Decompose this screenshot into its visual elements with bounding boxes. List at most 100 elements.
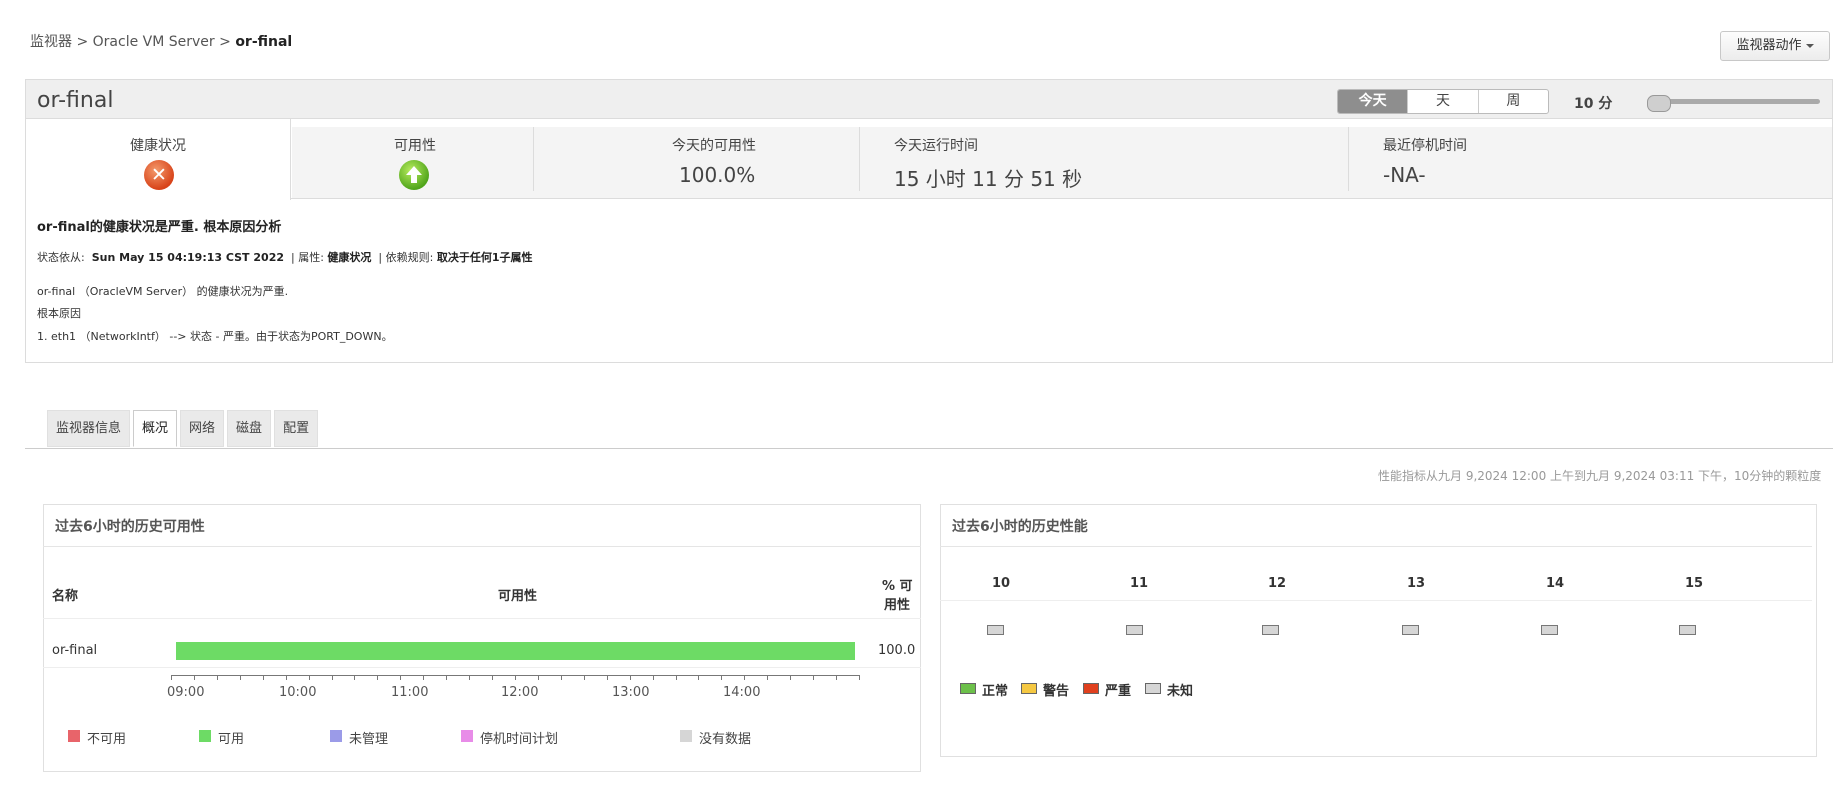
time-tick-label: 10:00 [279, 685, 317, 700]
time-axis-tick [607, 675, 608, 680]
time-axis-tick [446, 675, 447, 680]
time-axis-tick [263, 675, 264, 680]
row-divider [43, 667, 921, 668]
up-arrow-icon[interactable] [399, 160, 429, 190]
attribute-label: 属性: [298, 251, 324, 264]
column-percent-header-line1: % 可 [882, 579, 913, 594]
performance-panel-title: 过去6小时的历史性能 [952, 519, 1088, 535]
legend-unmanaged-label: 未管理 [349, 732, 389, 747]
breadcrumb-current: or-final [235, 34, 293, 50]
time-tick-label: 09:00 [167, 685, 205, 700]
monitor-title: or-final [37, 88, 114, 113]
uptime-label: 今天运行时间 [894, 138, 978, 154]
period-selector: 今天 天 周 [1337, 89, 1549, 114]
monitor-actions-label: 监视器动作 [1736, 38, 1802, 53]
period-week-tab[interactable]: 周 [1479, 90, 1548, 113]
monitor-actions-button[interactable]: 监视器动作 [1720, 31, 1830, 61]
status-since-line: 状态依从: Sun May 15 04:19:13 CST 2022 | 属性:… [37, 251, 533, 264]
perf-status-cell[interactable] [987, 625, 1004, 635]
legend-unknown-swatch [1145, 683, 1161, 694]
attribute-value: 健康状况 [327, 251, 372, 264]
time-tick-label: 11:00 [391, 685, 429, 700]
hour-label: 13 [1407, 576, 1426, 591]
divider [859, 127, 860, 191]
period-today-tab[interactable]: 今天 [1338, 90, 1409, 113]
period-day-tab[interactable]: 天 [1408, 90, 1479, 113]
tab-disk[interactable]: 磁盘 [227, 410, 272, 447]
legend-scheduled-downtime-swatch [461, 730, 473, 742]
perf-status-cell[interactable] [1541, 625, 1558, 635]
time-axis-tick [630, 675, 631, 680]
time-axis-tick [309, 675, 310, 680]
time-axis-tick [469, 675, 470, 680]
time-axis-tick [859, 675, 860, 680]
legend-no-data-label: 没有数据 [699, 732, 752, 747]
rule-value: 取决于任何1子属性 [436, 251, 533, 264]
time-axis-tick [240, 675, 241, 680]
divider [533, 127, 534, 191]
tab-network[interactable]: 网络 [180, 410, 225, 447]
availability-bar[interactable] [176, 642, 855, 660]
perf-status-cell[interactable] [1126, 625, 1143, 635]
root-cause-line-3[interactable]: 1. eth1 （NetworkIntf） --> 状态 - 严重。由于状态为P… [37, 328, 393, 344]
performance-note: 性能指标从九月 9,2024 12:00 上午到九月 9,2024 03:11 … [1378, 469, 1822, 483]
time-axis-tick [836, 675, 837, 680]
last-downtime-label: 最近停机时间 [1383, 138, 1467, 154]
panel-divider [940, 546, 1812, 547]
since-value: Sun May 15 04:19:13 CST 2022 [91, 251, 284, 264]
breadcrumb-oraclevm-link[interactable]: Oracle VM Server [93, 34, 215, 50]
legend-scheduled-downtime-label: 停机时间计划 [480, 732, 559, 747]
granularity-label: 10 分 [1574, 96, 1613, 112]
time-axis-tick [698, 675, 699, 680]
tab-overview[interactable]: 概况 [133, 410, 178, 447]
since-label: 状态依从: [37, 251, 85, 264]
perf-status-cell[interactable] [1262, 625, 1279, 635]
column-percent-header-line2: 用性 [884, 598, 911, 613]
legend-no-data-swatch [680, 730, 692, 742]
granularity-slider-track[interactable] [1650, 99, 1820, 104]
row-availability-percent: 100.0 [878, 643, 916, 658]
root-cause-title[interactable]: or-final的健康状况是严重. 根本原因分析 [37, 216, 281, 235]
legend-warning-label: 警告 [1043, 684, 1070, 699]
time-axis-tick [813, 675, 814, 680]
time-axis-tick [721, 675, 722, 680]
breadcrumb-monitors-link[interactable]: 监视器 [30, 34, 72, 50]
tab-configuration[interactable]: 配置 [274, 410, 319, 447]
legend-unmanaged-swatch [330, 730, 342, 742]
column-name-header: 名称 [52, 589, 79, 604]
breadcrumb-separator: > [219, 34, 231, 50]
time-axis-tick [354, 675, 355, 680]
granularity-slider-handle[interactable] [1647, 95, 1671, 112]
tab-underline [25, 448, 1833, 449]
time-axis-tick [286, 675, 287, 680]
legend-normal-swatch [960, 683, 976, 694]
time-axis-tick [194, 675, 195, 680]
time-axis-tick [790, 675, 791, 680]
availability-label: 可用性 [394, 138, 436, 154]
critical-icon[interactable]: ✕ [144, 160, 174, 190]
perf-status-cell[interactable] [1679, 625, 1696, 635]
divider [1348, 127, 1349, 191]
time-axis-tick [744, 675, 745, 680]
time-axis-tick [767, 675, 768, 680]
hour-label: 15 [1685, 576, 1704, 591]
time-tick-label: 14:00 [723, 685, 761, 700]
time-axis-tick [515, 675, 516, 680]
legend-critical-label: 严重 [1105, 684, 1132, 699]
perf-status-cell[interactable] [1402, 625, 1419, 635]
panel-divider [43, 546, 921, 547]
legend-unavailable-swatch [68, 730, 80, 742]
hour-label: 12 [1268, 576, 1287, 591]
row-monitor-name[interactable]: or-final [52, 643, 97, 658]
tab-bar: 监视器信息 概况 网络 磁盘 配置 [47, 410, 319, 447]
legend-normal-label: 正常 [982, 684, 1009, 699]
availability-panel-title: 过去6小时的历史可用性 [55, 519, 205, 535]
time-axis-tick [377, 675, 378, 680]
time-axis-tick [538, 675, 539, 680]
tab-monitor-info[interactable]: 监视器信息 [47, 410, 131, 447]
today-availability-value: 100.0% [679, 163, 756, 187]
up-arrow-glyph [406, 166, 422, 183]
legend-unknown-label: 未知 [1167, 684, 1194, 699]
time-axis-tick [423, 675, 424, 680]
legend-available-label: 可用 [218, 732, 245, 747]
